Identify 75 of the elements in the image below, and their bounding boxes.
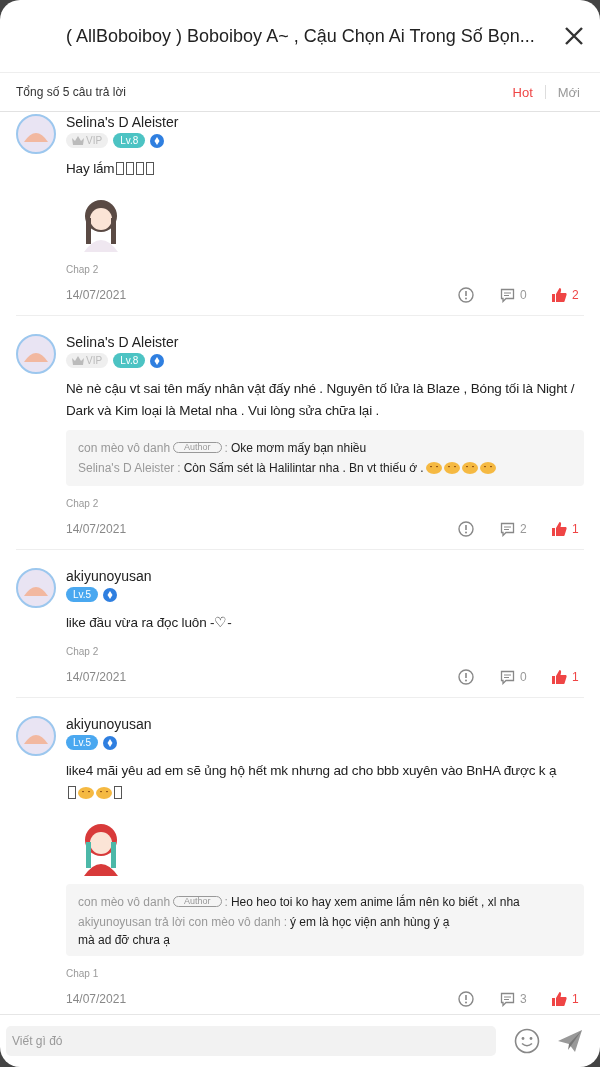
username[interactable]: Selina's D Aleister: [66, 334, 179, 350]
send-icon[interactable]: [558, 1030, 582, 1052]
separator: :: [177, 461, 181, 475]
avatar[interactable]: [16, 114, 56, 154]
medal-icon: [103, 735, 118, 750]
missing-glyph-icon: [136, 162, 145, 175]
reply-text: ý em là học viện anh hùng ý ạ: [290, 915, 450, 929]
crown-icon: [72, 356, 84, 365]
reply-text: mà ad đỡ chưa ạ: [78, 932, 170, 948]
missing-glyph-icon: [116, 162, 125, 175]
sort-tab[interactable]: Hot: [512, 84, 533, 100]
avatar[interactable]: [16, 334, 56, 374]
separator: :: [283, 915, 287, 929]
comment-text: Hay lắm: [66, 158, 155, 180]
missing-glyph-icon: [146, 162, 155, 175]
like-button[interactable]: 1: [552, 670, 584, 684]
reply-count-button[interactable]: 0: [500, 287, 532, 303]
chapter-label: Chap 1: [66, 968, 99, 979]
emoji-icon: [78, 785, 94, 799]
reply-count-button[interactable]: 3: [500, 991, 532, 1007]
report-icon[interactable]: [458, 287, 474, 303]
like-button[interactable]: 1: [552, 522, 584, 536]
level-badge: Lv.5: [66, 587, 99, 602]
medal-icon: [103, 587, 118, 602]
comment-date: 14/07/2021: [66, 670, 128, 684]
reply-author[interactable]: Selina's D Aleister: [78, 461, 175, 475]
level-badge: Lv.5: [66, 735, 99, 750]
close-icon[interactable]: [564, 26, 584, 46]
emoji-icon: [425, 460, 442, 474]
emoji-icon: [443, 460, 460, 474]
missing-glyph-icon: [126, 162, 135, 175]
comment-input[interactable]: Viết gì đó: [6, 1026, 496, 1056]
username[interactable]: Selina's D Aleister: [66, 114, 179, 130]
dialog-title: ( AllBoboiboy ) Boboiboy A~ , Cậu Chọn Ai Trong Số Bọn...: [66, 25, 536, 47]
level-badge: Lv.8: [113, 133, 146, 148]
medal-icon: [150, 353, 165, 368]
separator: :: [224, 895, 228, 909]
emoji-icon: [96, 785, 112, 799]
medal-icon: [150, 133, 165, 148]
crown-icon: [72, 136, 84, 145]
reply-text: Heo heo toi ko hay xem anime lắm nên ko biết , xl nha: [230, 895, 520, 909]
avatar[interactable]: [16, 716, 56, 756]
reply-count-button[interactable]: 0: [500, 669, 532, 685]
reply-author[interactable]: con mèo vô danh: [78, 895, 171, 909]
chapter-label: Chap 2: [66, 264, 99, 275]
reply-text: Còn Sấm sét là Halilintar nha . Bn vt thiếu ớ .: [183, 461, 496, 475]
emoji-icon: [479, 460, 496, 474]
level-badge: Lv.8: [113, 353, 146, 368]
reply-text: Oke mơm mấy bạn nhiều: [230, 441, 367, 455]
missing-glyph-icon: [114, 786, 122, 799]
chapter-label: Chap 2: [66, 498, 99, 509]
avatar[interactable]: [16, 568, 56, 608]
like-button[interactable]: 1: [552, 992, 584, 1006]
report-icon[interactable]: [458, 991, 474, 1007]
separator: :: [224, 441, 228, 455]
chapter-label: Chap 2: [66, 646, 99, 657]
reply-author[interactable]: con mèo vô danh: [78, 441, 171, 455]
comment-date: 14/07/2021: [66, 522, 128, 536]
reply-author[interactable]: akiyunoyusan trả lời con mèo vô danh: [78, 915, 281, 929]
missing-glyph-icon: [68, 786, 76, 799]
comment-text: Nè nè cậu vt sai tên mấy nhân vật đấy nhé . Nguyên tố lửa là Blaze , Bóng tối là Night / Dark và Kim loại là Metal nha . Vui lòng sửa chữa lại .: [66, 380, 576, 420]
reply-count-button[interactable]: 2: [500, 521, 532, 537]
username[interactable]: akiyunoyusan: [66, 568, 152, 584]
comment-text: like4 mãi yêu ad em sẽ ủng hộ hết mk nhưng ad cho bbb xuyên vào BnHA được k ạ: [66, 760, 557, 804]
emoji-icon[interactable]: [514, 1028, 540, 1054]
sort-tab[interactable]: Mới: [557, 84, 580, 100]
username[interactable]: akiyunoyusan: [66, 716, 152, 732]
report-icon[interactable]: [458, 521, 474, 537]
comment-text: like đầu vừa ra đọc luôn -♡-: [66, 614, 232, 632]
like-button[interactable]: 2: [552, 288, 584, 302]
emoji-icon: [461, 460, 478, 474]
report-icon[interactable]: [458, 669, 474, 685]
comment-date: 14/07/2021: [66, 992, 128, 1006]
answer-count: Tổng số 5 câu trả lời: [16, 85, 126, 99]
comment-date: 14/07/2021: [66, 288, 128, 302]
